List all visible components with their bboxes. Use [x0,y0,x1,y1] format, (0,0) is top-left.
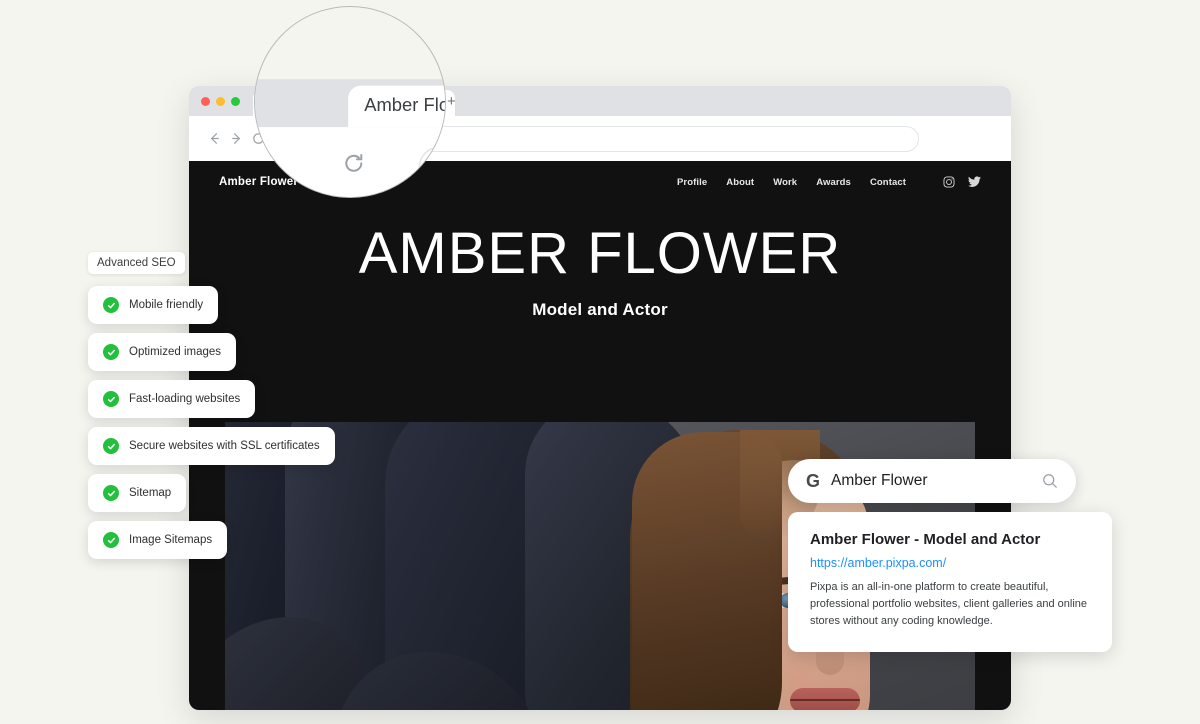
seo-heading: Advanced SEO [88,252,185,274]
minimize-window-button[interactable] [216,97,225,106]
seo-feature-stack: Advanced SEO Mobile friendly Optimized i… [88,252,335,559]
twitter-icon[interactable] [968,176,981,188]
seo-card-image-sitemaps[interactable]: Image Sitemaps [88,521,228,559]
google-search-bar[interactable]: G Amber Flower [788,459,1076,503]
search-result-title[interactable]: Amber Flower - Model and Actor [810,531,1090,548]
search-result-snippet: Pixpa is an all-in-one platform to creat… [810,581,1087,628]
back-arrow-icon[interactable] [203,128,225,150]
check-circle-icon [103,391,119,407]
nav-link-profile[interactable]: Profile [677,177,707,188]
seo-card-label: Image Sitemaps [129,534,213,546]
search-input[interactable]: Amber Flower [831,472,1031,490]
social-links [943,176,981,188]
site-nav-links: Profile About Work Awards Contact [677,176,981,188]
forward-arrow-icon[interactable] [225,128,247,150]
seo-card-fast-loading-websites[interactable]: Fast-loading websites [88,380,256,418]
lip-line [790,699,860,701]
seo-card-label: Mobile friendly [129,299,204,311]
magnified-browser-tab: Amber Flower - Model and [348,85,445,128]
instagram-icon[interactable] [943,176,955,188]
new-tab-button[interactable]: + [447,94,456,109]
magnified-tab-title: Amber Flower - Model and [364,96,445,116]
magnifier-lens: Amber Flower - Model and https://amber.p… [254,6,446,198]
seo-card-sitemap[interactable]: Sitemap [88,474,187,512]
search-result-card: Amber Flower - Model and Actor https://a… [788,512,1112,653]
search-result-url[interactable]: https://amber.pixpa.com/ [810,556,1090,570]
window-traffic-lights [201,97,240,106]
google-g-icon: G [806,471,821,491]
check-circle-icon [103,297,119,313]
nav-link-work[interactable]: Work [773,177,797,188]
check-circle-icon [103,344,119,360]
magnifier-icon[interactable] [1042,473,1058,489]
maximize-window-button[interactable] [231,97,240,106]
nav-link-awards[interactable]: Awards [816,177,851,188]
close-window-button[interactable] [201,97,210,106]
seo-card-optimized-images[interactable]: Optimized images [88,333,237,371]
seo-card-secure-websites-ssl[interactable]: Secure websites with SSL certificates [88,427,335,465]
magnifier-content: Amber Flower - Model and https://amber.p… [255,7,445,197]
nav-link-contact[interactable]: Contact [870,177,906,188]
seo-card-label: Optimized images [129,346,222,358]
seo-card-label: Fast-loading websites [129,393,241,405]
seo-card-mobile-friendly[interactable]: Mobile friendly [88,286,219,324]
check-circle-icon [103,532,119,548]
seo-card-label: Sitemap [129,487,172,499]
seo-card-label: Secure websites with SSL certificates [129,440,320,452]
check-circle-icon [103,485,119,501]
nav-link-about[interactable]: About [726,177,754,188]
magnified-reload-icon [342,151,366,183]
check-circle-icon [103,438,119,454]
